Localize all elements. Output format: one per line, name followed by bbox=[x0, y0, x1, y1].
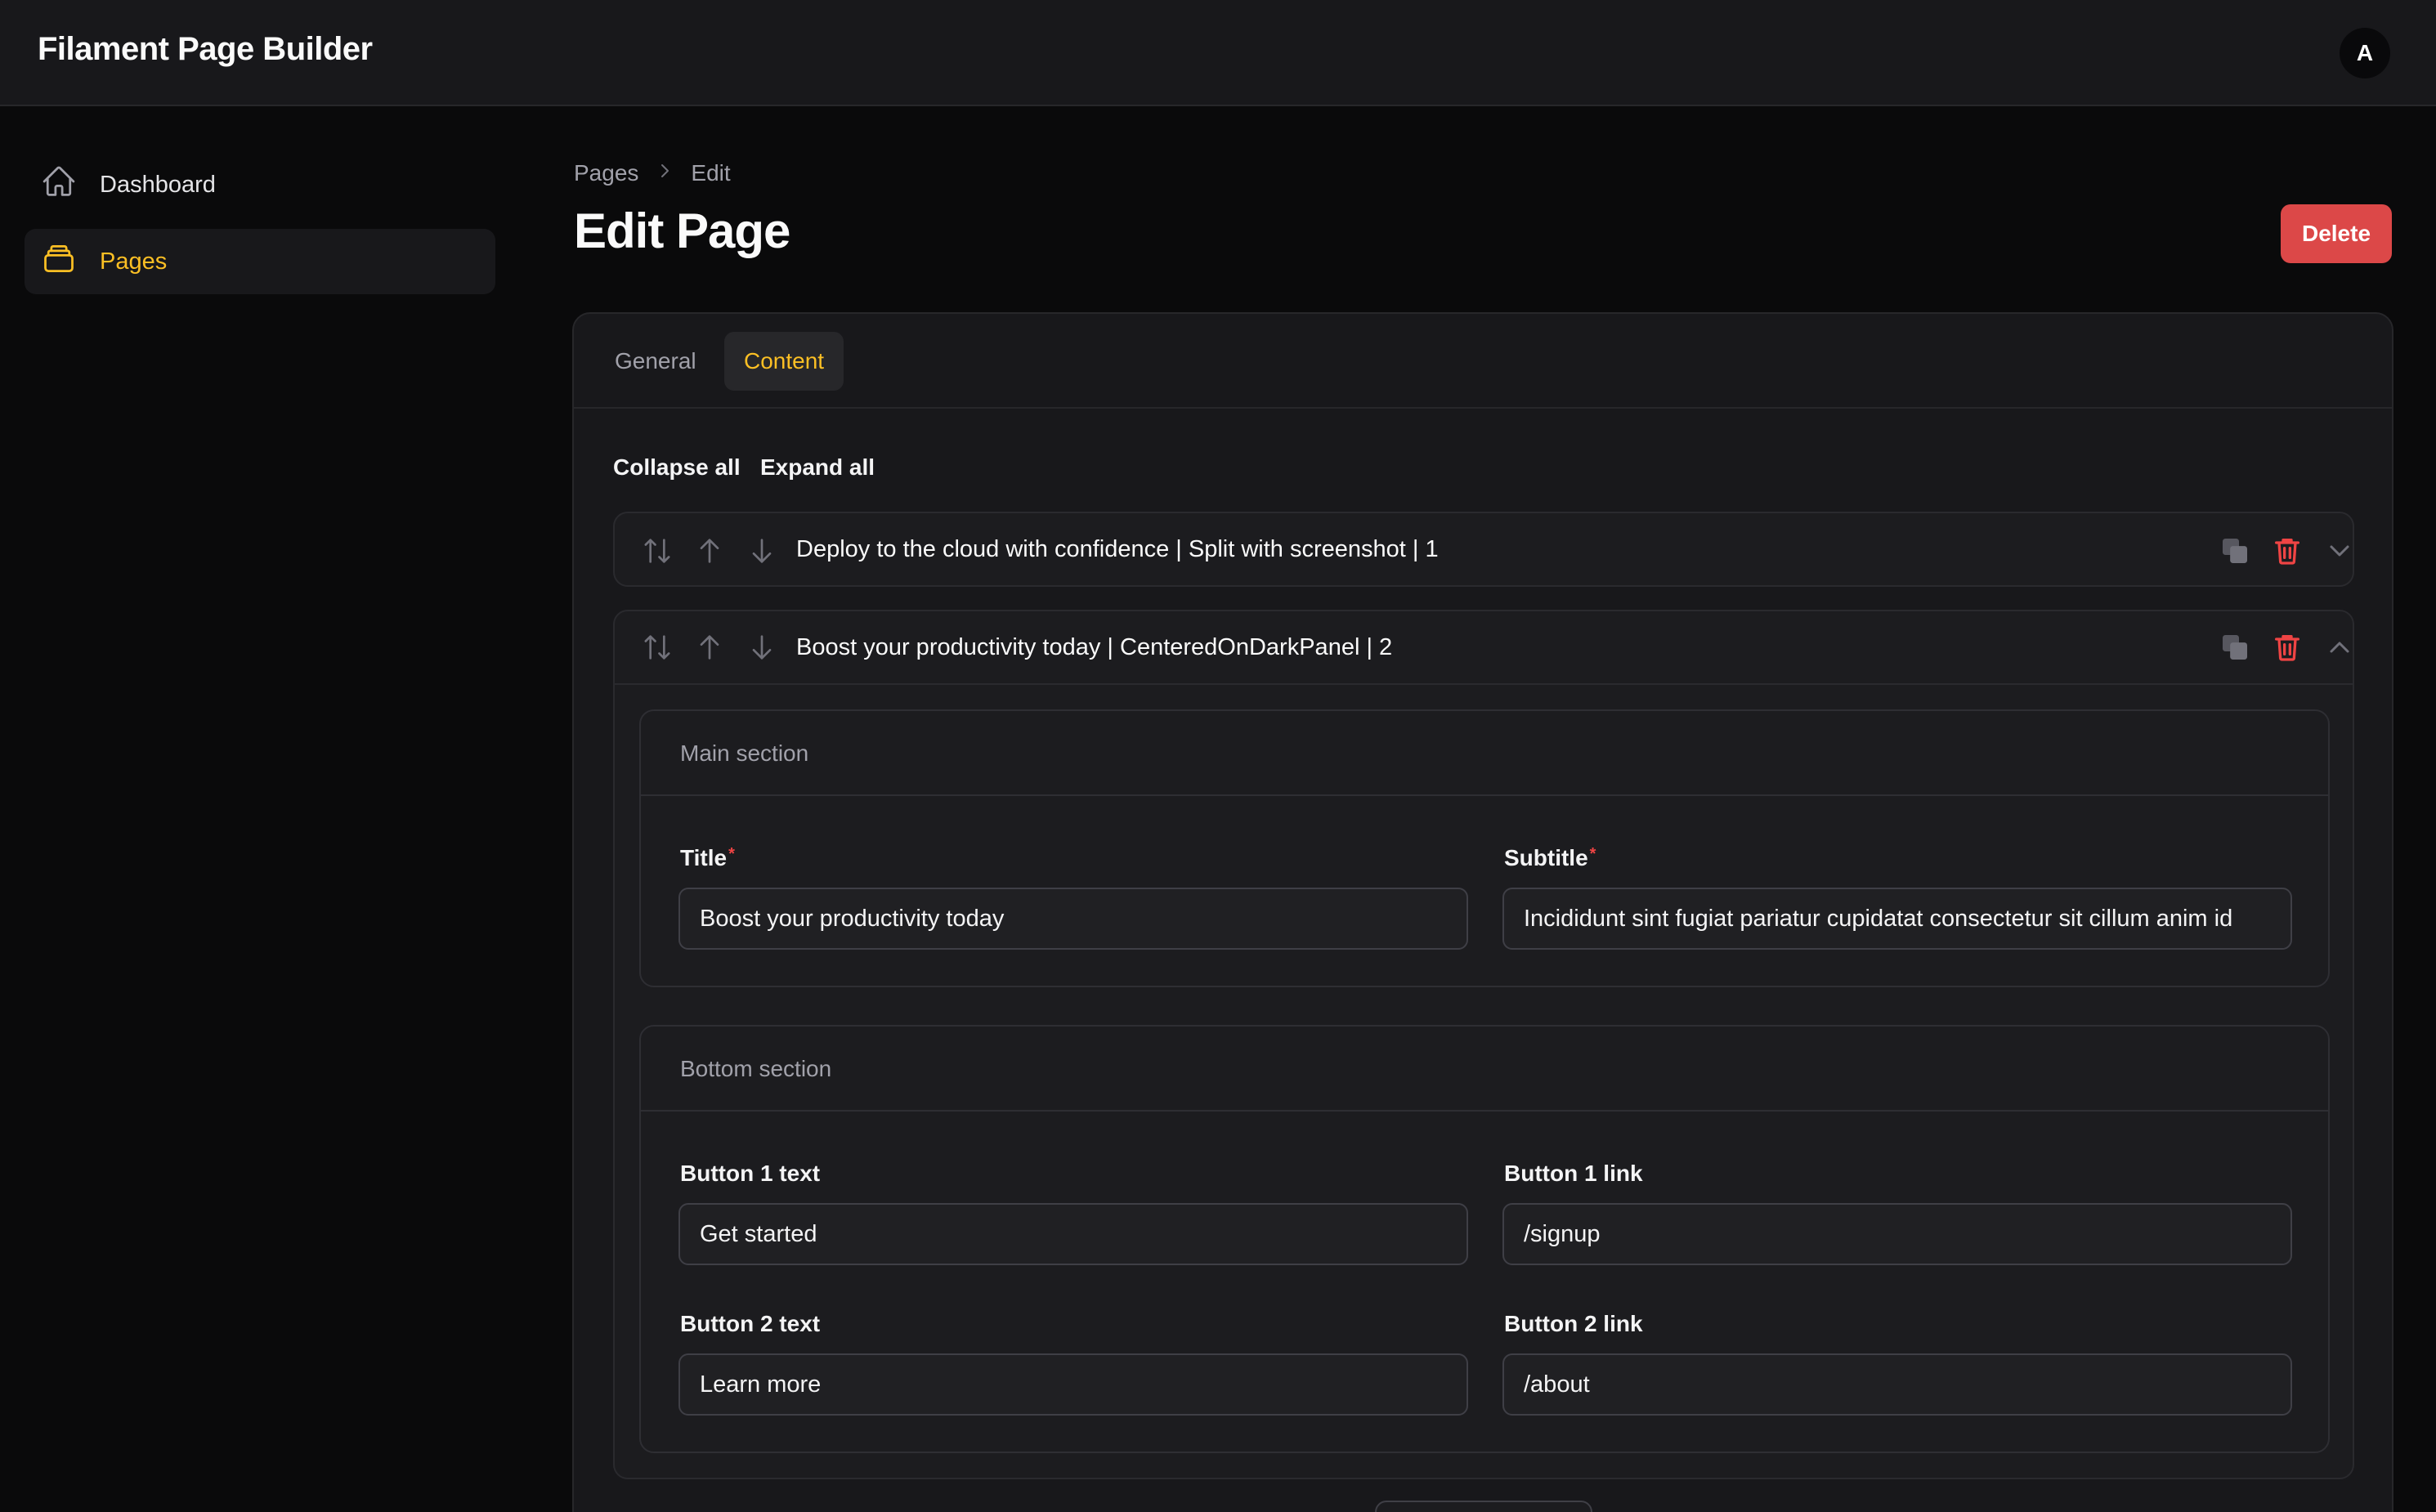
title-label: Title * bbox=[680, 845, 735, 870]
app-brand[interactable]: Filament Page Builder bbox=[38, 31, 373, 68]
divider bbox=[641, 1110, 2328, 1112]
bottom-section: Bottom section Button 1 text Get started… bbox=[639, 1025, 2330, 1453]
subtitle-label: Subtitle * bbox=[1504, 845, 1596, 870]
section-title: Bottom section bbox=[680, 1056, 832, 1081]
divider bbox=[641, 794, 2328, 796]
tab-general[interactable]: General bbox=[595, 332, 716, 391]
move-down-icon[interactable] bbox=[746, 631, 778, 664]
page-title: Edit Page bbox=[574, 204, 790, 258]
move-down-icon[interactable] bbox=[746, 535, 778, 567]
repeater-item-header[interactable]: Boost your productivity today | Centered… bbox=[615, 611, 2353, 683]
button1-link-input[interactable]: /signup bbox=[1502, 1203, 2292, 1265]
sidebar-item-label: Pages bbox=[100, 248, 168, 275]
expand-all-button[interactable]: Expand all bbox=[760, 454, 875, 481]
repeater-item-label: Boost your productivity today | Centered… bbox=[796, 633, 1393, 660]
button1-text-label: Button 1 text bbox=[680, 1161, 821, 1186]
title-input[interactable]: Boost your productivity today bbox=[678, 888, 1468, 950]
trash-icon[interactable] bbox=[2271, 631, 2304, 664]
breadcrumb-edit[interactable]: Edit bbox=[691, 160, 730, 186]
clone-icon[interactable] bbox=[2219, 631, 2251, 664]
tabs: General Content bbox=[574, 314, 2392, 409]
sidebar-item-label: Dashboard bbox=[100, 171, 216, 198]
sidebar: Dashboard Pages bbox=[0, 106, 523, 1512]
repeater-item-header[interactable]: Deploy to the cloud with confidence | Sp… bbox=[615, 513, 2353, 585]
move-up-icon[interactable] bbox=[693, 631, 726, 664]
collapse-all-button[interactable]: Collapse all bbox=[613, 454, 741, 481]
button2-text-label: Button 2 text bbox=[680, 1311, 821, 1336]
move-up-icon[interactable] bbox=[693, 535, 726, 567]
add-item-button[interactable] bbox=[1375, 1501, 1592, 1512]
sidebar-item-dashboard[interactable]: Dashboard bbox=[25, 152, 495, 217]
button2-text-input[interactable]: Learn more bbox=[678, 1353, 1468, 1416]
chevron-right-icon bbox=[655, 160, 674, 186]
trash-icon[interactable] bbox=[2271, 535, 2304, 567]
repeater-item-label: Deploy to the cloud with confidence | Sp… bbox=[796, 535, 1439, 562]
sidebar-item-pages[interactable]: Pages bbox=[25, 229, 495, 294]
section-title: Main section bbox=[680, 740, 809, 766]
button2-link-input[interactable]: /about bbox=[1502, 1353, 2292, 1416]
top-bar: Filament Page Builder A bbox=[0, 0, 2436, 106]
reorder-icon[interactable] bbox=[641, 631, 674, 664]
content-card: General Content Collapse all Expand all … bbox=[572, 312, 2393, 1512]
button2-link-label: Button 2 link bbox=[1504, 1311, 1643, 1336]
repeater-item: Deploy to the cloud with confidence | Sp… bbox=[613, 512, 2354, 587]
button1-link-label: Button 1 link bbox=[1504, 1161, 1643, 1186]
home-icon bbox=[41, 163, 77, 206]
user-avatar[interactable]: A bbox=[2340, 28, 2390, 78]
chevron-down-icon[interactable] bbox=[2323, 535, 2356, 567]
main-section: Main section Title * Boost your productiv… bbox=[639, 709, 2330, 987]
button1-text-input[interactable]: Get started bbox=[678, 1203, 1468, 1265]
tab-content[interactable]: Content bbox=[724, 332, 844, 391]
delete-button[interactable]: Delete bbox=[2281, 204, 2392, 263]
chevron-up-icon[interactable] bbox=[2323, 631, 2356, 664]
subtitle-input[interactable]: Incididunt sint fugiat pariatur cupidata… bbox=[1502, 888, 2292, 950]
breadcrumb-pages[interactable]: Pages bbox=[574, 160, 638, 186]
divider bbox=[615, 683, 2353, 685]
rectangle-stack-icon bbox=[41, 240, 77, 283]
breadcrumb: Pages Edit bbox=[574, 160, 731, 186]
repeater-item: Boost your productivity today | Centered… bbox=[613, 610, 2354, 1479]
clone-icon[interactable] bbox=[2219, 535, 2251, 567]
reorder-icon[interactable] bbox=[641, 535, 674, 567]
